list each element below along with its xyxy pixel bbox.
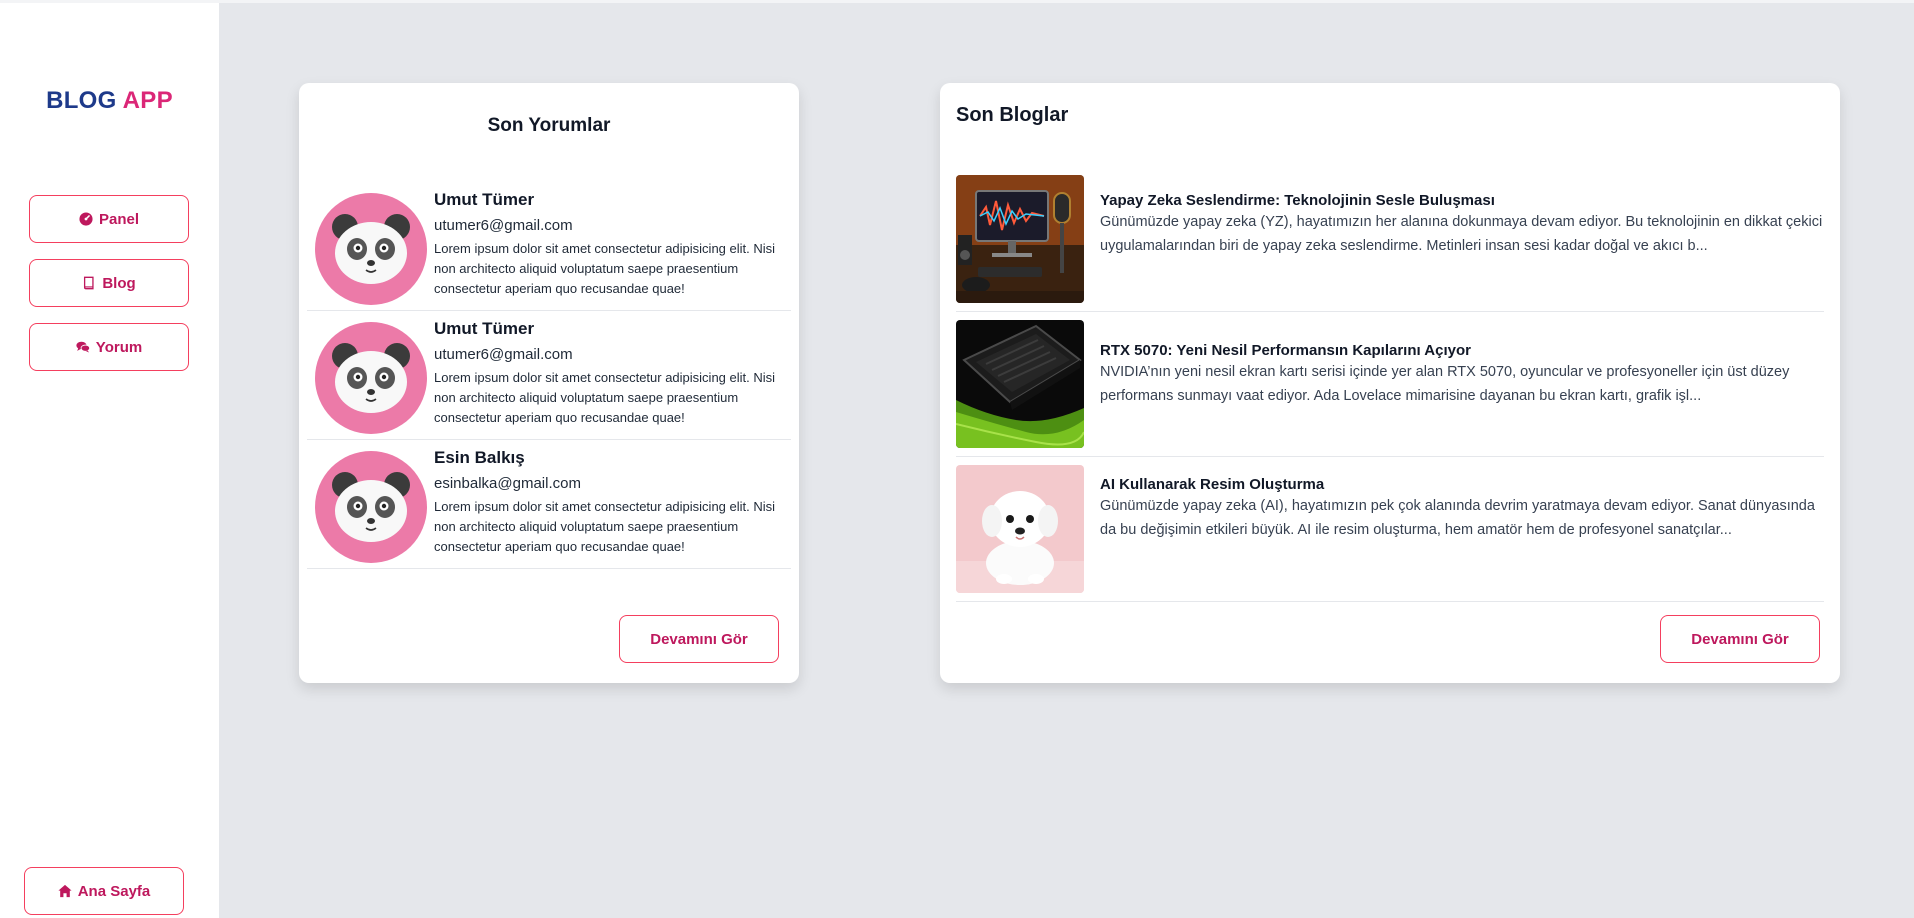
blogs-more-button[interactable]: Devamını Gör [1660,615,1820,663]
sidebar-item-blog[interactable]: Blog [29,259,189,307]
blog-item[interactable]: Yapay Zeka Seslendirme: Teknolojinin Ses… [956,167,1824,312]
brand-part-1: BLOG [46,87,117,114]
commenter-email: utumer6@gmail.com [434,217,573,234]
comment-text: Lorem ipsum dolor sit amet consectetur a… [434,499,776,554]
panda-icon [332,343,410,413]
commenter-email: utumer6@gmail.com [434,346,573,363]
avatar [315,322,427,434]
commenter-name: Umut Tümer [434,190,535,209]
top-divider [0,0,1914,3]
sidebar-item-label: Panel [98,210,140,228]
blog-item[interactable]: RTX 5070: Yeni Nesil Performansın Kapıla… [956,312,1824,457]
sidebar-item-label: Blog [102,274,136,292]
comment-item[interactable]: Umut Tümer utumer6@gmail.com Lorem ipsum… [307,311,791,440]
card-title: Son Yorumlar [487,115,611,136]
blog-excerpt: NVIDIA’nın yeni nesil ekran kartı serisi… [1100,364,1790,404]
avatar [315,451,427,563]
blog-excerpt: Günümüzde yapay zeka (AI), hayatımızın p… [1100,498,1815,538]
recent-blogs-card: Son Bloglar Yapay Zeka Seslendirme: Tekn… [940,83,1840,683]
graphics-card-image [956,320,1084,448]
book-icon [84,276,94,290]
blog-title[interactable]: RTX 5070: Yeni Nesil Performansın Kapıla… [1100,342,1471,359]
commenter-name: Esin Balkış [434,448,525,467]
recent-comments-card: Son Yorumlar Umut Tümer utumer6@gmail.co… [299,83,799,683]
home-button-label: Ana Sayfa [77,882,151,900]
blog-excerpt: Günümüzde yapay zeka (YZ), hayatımızın h… [1100,214,1823,254]
white-puppy-image [956,465,1084,593]
sidebar-item-yorum[interactable]: Yorum [29,323,189,371]
avatar [315,193,427,305]
ai-voice-studio-image [956,175,1084,303]
blog-thumbnail[interactable] [956,465,1084,593]
home-icon [58,884,72,898]
comments-icon [76,341,90,353]
card-title: Son Bloglar [956,104,1069,126]
brand-logo[interactable]: BLOG APP [0,87,219,115]
blog-item[interactable]: AI Kullanarak Resim Oluşturma Günümüzde … [956,457,1824,602]
blog-thumbnail[interactable] [956,175,1084,303]
commenter-name: Umut Tümer [434,319,535,338]
comment-text: Lorem ipsum dolor sit amet consectetur a… [434,370,776,425]
gauge-icon [79,212,93,226]
comment-text: Lorem ipsum dolor sit amet consectetur a… [434,241,776,296]
blog-title[interactable]: Yapay Zeka Seslendirme: Teknolojinin Ses… [1100,192,1495,209]
blog-title[interactable]: AI Kullanarak Resim Oluşturma [1100,476,1324,493]
sidebar-item-label: Yorum [95,338,143,356]
brand-part-2: APP [122,87,173,114]
comment-item[interactable]: Umut Tümer utumer6@gmail.com Lorem ipsum… [307,182,791,311]
comment-item[interactable]: Esin Balkış esinbalka@gmail.com Lorem ip… [307,440,791,569]
panda-icon [332,214,410,284]
commenter-email: esinbalka@gmail.com [434,475,581,492]
sidebar: BLOG APP Panel Blog Yorum Ana Sayfa [0,3,219,918]
comments-more-button[interactable]: Devamını Gör [619,615,779,663]
panda-icon [332,472,410,542]
blog-thumbnail[interactable] [956,320,1084,448]
home-button[interactable]: Ana Sayfa [24,867,184,915]
sidebar-item-panel[interactable]: Panel [29,195,189,243]
